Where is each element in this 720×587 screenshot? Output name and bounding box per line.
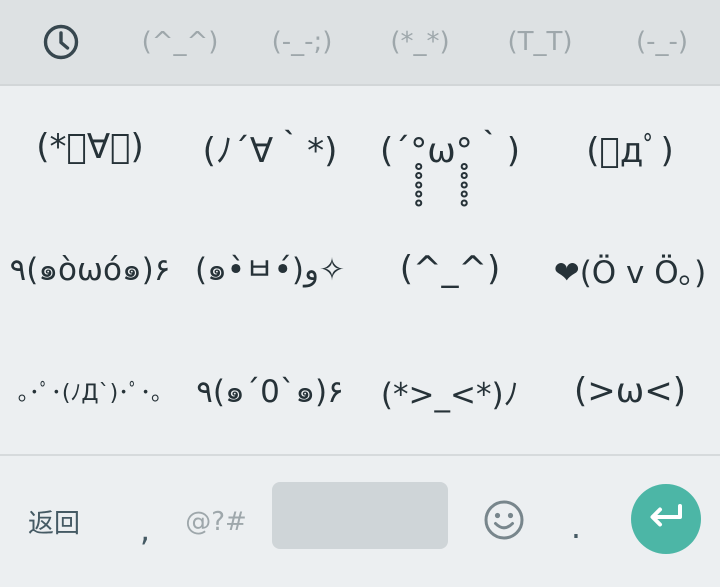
emoticon-keyboard: (^_^) (-_-;) (*_*) (T_T) (-_-) (*ﾟ∀ﾟ) (ﾉ…: [0, 0, 720, 587]
period-key[interactable]: .: [556, 456, 596, 587]
emoticon-key[interactable]: (๑•̀ㅂ•́)و✧: [180, 208, 360, 330]
smiley-icon: [483, 499, 525, 545]
emoticon-grid: (*ﾟ∀ﾟ) (ﾉ´∀｀*) (´°̥̥̥̥̥̥̥̥ω°̥̥̥̥̥̥̥̥｀) (…: [0, 86, 720, 452]
category-tab[interactable]: (-_-): [610, 0, 714, 84]
space-bar[interactable]: [272, 482, 448, 549]
enter-button[interactable]: [631, 484, 701, 554]
emoticon-key[interactable]: (>ω<): [540, 330, 720, 452]
symbols-key[interactable]: @?#: [176, 456, 256, 587]
category-strip: (^_^) (-_-;) (*_*) (T_T) (-_-): [0, 0, 720, 86]
emoticon-key[interactable]: (^_^): [360, 208, 540, 330]
emoticon-key[interactable]: (ﾉ´∀｀*): [180, 86, 360, 208]
category-recent[interactable]: [30, 0, 92, 84]
bottom-bar: 返回 , @?# .: [0, 454, 720, 587]
clock-icon: [41, 22, 81, 62]
emoticon-key[interactable]: (´°̥̥̥̥̥̥̥̥ω°̥̥̥̥̥̥̥̥｀): [360, 86, 540, 208]
emoticon-key[interactable]: (*ﾟ∀ﾟ): [0, 86, 180, 208]
category-tab[interactable]: (^_^): [128, 0, 232, 84]
category-tab[interactable]: (*_*): [368, 0, 472, 84]
back-button[interactable]: 返回: [10, 456, 98, 587]
emoticon-key[interactable]: (*>_<*)ﾉ: [360, 330, 540, 452]
emoticon-key[interactable]: ｡･ﾟ･(ﾉД`)･ﾟ･｡: [0, 330, 180, 452]
emoticon-key[interactable]: ٩(๑òωó๑)۶: [0, 208, 180, 330]
category-tab[interactable]: (-_-;): [250, 0, 354, 84]
emoji-button[interactable]: [476, 456, 532, 587]
comma-key[interactable]: ,: [120, 456, 170, 587]
emoticon-key[interactable]: ❤(Ö v Ö｡): [540, 208, 720, 330]
emoticon-key[interactable]: ٩(๑´0`๑)۶: [180, 330, 360, 452]
emoticon-key[interactable]: (ﾟдﾟ): [540, 86, 720, 208]
category-tab[interactable]: (T_T): [488, 0, 592, 84]
enter-icon: [646, 502, 686, 536]
